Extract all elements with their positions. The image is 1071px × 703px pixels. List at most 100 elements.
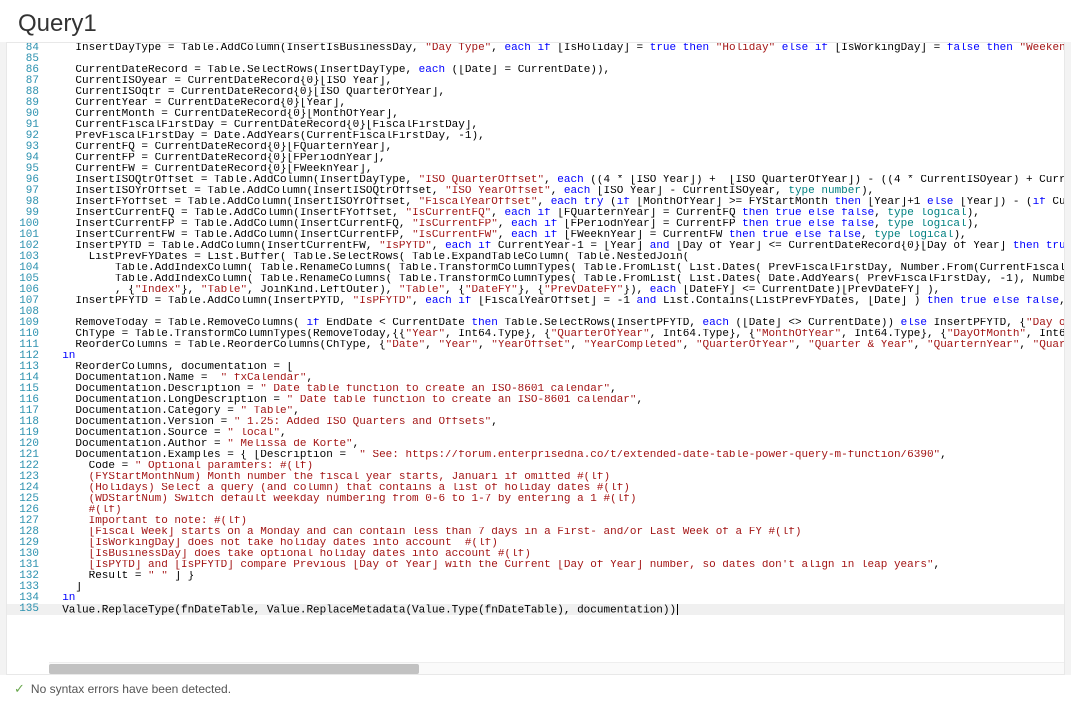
code-line[interactable]: 122 Code = " Optional paramters: #(lf): [7, 461, 1064, 472]
code-content[interactable]: InsertPFYTD = Table.AddColumn(InsertPYTD…: [49, 296, 1064, 307]
code-line[interactable]: 115 Documentation.Description = " Date t…: [7, 384, 1064, 395]
code-line[interactable]: 107 InsertPFYTD = Table.AddColumn(Insert…: [7, 296, 1064, 307]
code-line[interactable]: 85: [7, 54, 1064, 65]
code-content[interactable]: CurrentDateRecord = Table.SelectRows(Ins…: [49, 65, 1064, 76]
code-line[interactable]: 121 Documentation.Examples = { [Descript…: [7, 450, 1064, 461]
code-content[interactable]: [IsPYTD] and [IsPFYTD] compare Previous …: [49, 560, 1064, 571]
code-content[interactable]: (Holidays) Select a query (and column) t…: [49, 483, 1064, 494]
code-content[interactable]: CurrentFiscalFirstDay = CurrentDateRecor…: [49, 120, 1064, 131]
code-line[interactable]: 110 ChType = Table.TransformColumnTypes(…: [7, 329, 1064, 340]
code-content[interactable]: Table.AddIndexColumn( Table.RenameColumn…: [49, 274, 1064, 285]
code-line[interactable]: 102 InsertPYTD = Table.AddColumn(InsertC…: [7, 241, 1064, 252]
code-content[interactable]: Documentation.Source = " local",: [49, 428, 1064, 439]
code-line[interactable]: 106 , {"Index"}, "Table", JoinKind.LeftO…: [7, 285, 1064, 296]
code-content[interactable]: ]: [49, 582, 1064, 593]
code-line[interactable]: 126 #(lf): [7, 505, 1064, 516]
code-content[interactable]: Value.ReplaceType(fnDateTable, Value.Rep…: [49, 604, 1064, 615]
code-line[interactable]: 131 [IsPYTD] and [IsPFYTD] compare Previ…: [7, 560, 1064, 571]
code-content[interactable]: [49, 307, 1064, 318]
code-line[interactable]: 93 CurrentFQ = CurrentDateRecord{0}[FQua…: [7, 142, 1064, 153]
code-content[interactable]: InsertCurrentFW = Table.AddColumn(Insert…: [49, 230, 1064, 241]
code-content[interactable]: in: [49, 351, 1064, 362]
code-line[interactable]: 95 CurrentFW = CurrentDateRecord{0}[FWee…: [7, 164, 1064, 175]
code-content[interactable]: Documentation.LongDescription = " Date t…: [49, 395, 1064, 406]
code-line[interactable]: 105 Table.AddIndexColumn( Table.RenameCo…: [7, 274, 1064, 285]
code-line[interactable]: 120 Documentation.Author = " Melissa de …: [7, 439, 1064, 450]
code-content[interactable]: Documentation.Author = " Melissa de Kort…: [49, 439, 1064, 450]
code-line[interactable]: 108: [7, 307, 1064, 318]
code-line[interactable]: 89 CurrentYear = CurrentDateRecord{0}[Ye…: [7, 98, 1064, 109]
code-content[interactable]: [Fiscal Week] starts on a Monday and can…: [49, 527, 1064, 538]
code-content[interactable]: in: [49, 593, 1064, 604]
code-content[interactable]: (FYStartMonthNum) Month number the fisca…: [49, 472, 1064, 483]
code-content[interactable]: Table.AddIndexColumn( Table.RenameColumn…: [49, 263, 1064, 274]
code-content[interactable]: Documentation.Name = " fxCalendar",: [49, 373, 1064, 384]
code-line[interactable]: 124 (Holidays) Select a query (and colum…: [7, 483, 1064, 494]
code-line[interactable]: 127 Important to note: #(lf): [7, 516, 1064, 527]
code-content[interactable]: Important to note: #(lf): [49, 516, 1064, 527]
code-line[interactable]: 97 InsertISOYrOffset = Table.AddColumn(I…: [7, 186, 1064, 197]
code-content[interactable]: InsertISOYrOffset = Table.AddColumn(Inse…: [49, 186, 1064, 197]
code-content[interactable]: CurrentYear = CurrentDateRecord{0}[Year]…: [49, 98, 1064, 109]
code-line[interactable]: 90 CurrentMonth = CurrentDateRecord{0}[M…: [7, 109, 1064, 120]
code-content[interactable]: InsertDayType = Table.AddColumn(InsertIs…: [49, 43, 1064, 54]
code-content[interactable]: ReorderColumns = Table.ReorderColumns(Ch…: [49, 340, 1064, 351]
code-content[interactable]: ListPrevFYDates = List.Buffer( Table.Sel…: [49, 252, 1064, 263]
code-line[interactable]: 114 Documentation.Name = " fxCalendar",: [7, 373, 1064, 384]
code-line[interactable]: 94 CurrentFP = CurrentDateRecord{0}[FPer…: [7, 153, 1064, 164]
code-content[interactable]: CurrentFW = CurrentDateRecord{0}[FWeeknY…: [49, 164, 1064, 175]
code-content[interactable]: InsertISOQtrOffset = Table.AddColumn(Ins…: [49, 175, 1064, 186]
code-content[interactable]: (WDStartNum) Switch default weekday numb…: [49, 494, 1064, 505]
code-line[interactable]: 111 ReorderColumns = Table.ReorderColumn…: [7, 340, 1064, 351]
code-content[interactable]: CurrentISOyear = CurrentDateRecord{0}[IS…: [49, 76, 1064, 87]
code-editor[interactable]: 84 InsertDayType = Table.AddColumn(Inser…: [6, 42, 1065, 675]
code-line[interactable]: 118 Documentation.Version = " 1.25: Adde…: [7, 417, 1064, 428]
code-content[interactable]: RemoveToday = Table.RemoveColumns( if En…: [49, 318, 1064, 329]
code-content[interactable]: Documentation.Version = " 1.25: Added IS…: [49, 417, 1064, 428]
code-line[interactable]: 125 (WDStartNum) Switch default weekday …: [7, 494, 1064, 505]
code-line[interactable]: 104 Table.AddIndexColumn( Table.RenameCo…: [7, 263, 1064, 274]
code-content[interactable]: Documentation.Examples = { [Description …: [49, 450, 1064, 461]
code-line[interactable]: 128 [Fiscal Week] starts on a Monday and…: [7, 527, 1064, 538]
code-content[interactable]: Code = " Optional paramters: #(lf): [49, 461, 1064, 472]
code-content[interactable]: , {"Index"}, "Table", JoinKind.LeftOuter…: [49, 285, 1064, 296]
code-content[interactable]: InsertCurrentFQ = Table.AddColumn(Insert…: [49, 208, 1064, 219]
code-line[interactable]: 119 Documentation.Source = " local",: [7, 428, 1064, 439]
code-content[interactable]: InsertCurrentFP = Table.AddColumn(Insert…: [49, 219, 1064, 230]
code-content[interactable]: [49, 54, 1064, 65]
code-content[interactable]: CurrentFQ = CurrentDateRecord{0}[FQuarte…: [49, 142, 1064, 153]
code-content[interactable]: [IsBusinessDay] does take optional holid…: [49, 549, 1064, 560]
code-line[interactable]: 86 CurrentDateRecord = Table.SelectRows(…: [7, 65, 1064, 76]
code-content[interactable]: CurrentISOqtr = CurrentDateRecord{0}[ISO…: [49, 87, 1064, 98]
code-content[interactable]: ChType = Table.TransformColumnTypes(Remo…: [49, 329, 1064, 340]
code-content[interactable]: #(lf): [49, 505, 1064, 516]
code-line[interactable]: 87 CurrentISOyear = CurrentDateRecord{0}…: [7, 76, 1064, 87]
code-line[interactable]: 134 in: [7, 593, 1064, 604]
code-content[interactable]: [IsWorkingDay] does not take holiday dat…: [49, 538, 1064, 549]
code-content[interactable]: InsertPYTD = Table.AddColumn(InsertCurre…: [49, 241, 1064, 252]
code-line[interactable]: 84 InsertDayType = Table.AddColumn(Inser…: [7, 43, 1064, 54]
code-line[interactable]: 117 Documentation.Category = " Table",: [7, 406, 1064, 417]
code-line[interactable]: 100 InsertCurrentFP = Table.AddColumn(In…: [7, 219, 1064, 230]
code-content[interactable]: PrevFiscalFirstDay = Date.AddYears(Curre…: [49, 131, 1064, 142]
code-line[interactable]: 101 InsertCurrentFW = Table.AddColumn(In…: [7, 230, 1064, 241]
code-line[interactable]: 133 ]: [7, 582, 1064, 593]
code-content[interactable]: Documentation.Category = " Table",: [49, 406, 1064, 417]
code-content[interactable]: ReorderColumns, documentation = [: [49, 362, 1064, 373]
code-line[interactable]: 96 InsertISOQtrOffset = Table.AddColumn(…: [7, 175, 1064, 186]
code-line[interactable]: 113 ReorderColumns, documentation = [: [7, 362, 1064, 373]
code-content[interactable]: CurrentFP = CurrentDateRecord{0}[FPeriod…: [49, 153, 1064, 164]
code-line[interactable]: 88 CurrentISOqtr = CurrentDateRecord{0}[…: [7, 87, 1064, 98]
code-content[interactable]: InsertFYoffset = Table.AddColumn(InsertI…: [49, 197, 1064, 208]
code-line[interactable]: 91 CurrentFiscalFirstDay = CurrentDateRe…: [7, 120, 1064, 131]
code-line[interactable]: 99 InsertCurrentFQ = Table.AddColumn(Ins…: [7, 208, 1064, 219]
code-content[interactable]: Documentation.Description = " Date table…: [49, 384, 1064, 395]
code-line[interactable]: 132 Result = " " ] }: [7, 571, 1064, 582]
code-line[interactable]: 112 in: [7, 351, 1064, 362]
code-line[interactable]: 130 [IsBusinessDay] does take optional h…: [7, 549, 1064, 560]
code-line[interactable]: 98 InsertFYoffset = Table.AddColumn(Inse…: [7, 197, 1064, 208]
code-line[interactable]: 123 (FYStartMonthNum) Month number the f…: [7, 472, 1064, 483]
code-line[interactable]: 92 PrevFiscalFirstDay = Date.AddYears(Cu…: [7, 131, 1064, 142]
horizontal-scrollbar[interactable]: [49, 662, 1064, 674]
code-line[interactable]: 103 ListPrevFYDates = List.Buffer( Table…: [7, 252, 1064, 263]
